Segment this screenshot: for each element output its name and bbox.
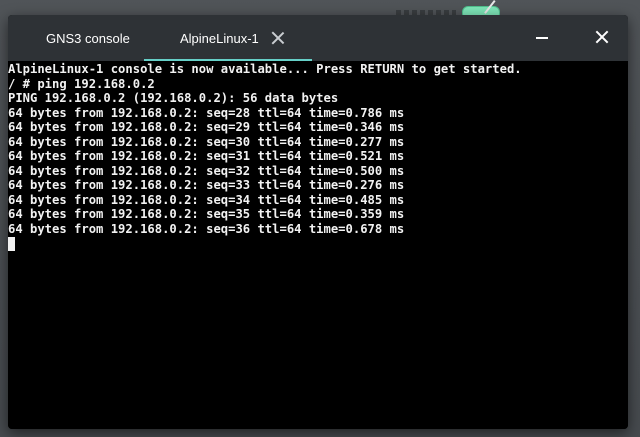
terminal-line: AlpineLinux-1 console is now available..… bbox=[8, 62, 522, 76]
terminal-line: 64 bytes from 192.168.0.2: seq=29 ttl=64… bbox=[8, 120, 405, 134]
terminal-line: 64 bytes from 192.168.0.2: seq=28 ttl=64… bbox=[8, 105, 405, 120]
window-titlebar: GNS3 console AlpineLinux-1 bbox=[8, 15, 628, 61]
terminal-line: 64 bytes from 192.168.0.2: seq=32 ttl=64… bbox=[8, 163, 405, 178]
terminal-output[interactable]: AlpineLinux-1 console is now available..… bbox=[8, 61, 628, 429]
tab-close-icon[interactable] bbox=[271, 31, 285, 45]
terminal-line: 64 bytes from 192.168.0.2: seq=34 ttl=64… bbox=[8, 192, 405, 207]
console-window: GNS3 console AlpineLinux-1 AlpineLinux-1… bbox=[8, 15, 628, 429]
tab-alpinelinux-1[interactable]: AlpineLinux-1 bbox=[144, 15, 312, 61]
terminal-line: 64 bytes from 192.168.0.2: seq=35 ttl=64… bbox=[8, 207, 405, 221]
terminal-line: 64 bytes from 192.168.0.2: seq=30 ttl=64… bbox=[8, 134, 405, 149]
tab-label: AlpineLinux-1 bbox=[180, 30, 259, 46]
terminal-cursor bbox=[8, 237, 15, 251]
terminal-line: 64 bytes from 192.168.0.2: seq=33 ttl=64… bbox=[8, 178, 405, 192]
terminal-line: / # ping 192.168.0.2 bbox=[8, 76, 155, 91]
tab-label: GNS3 console bbox=[46, 30, 130, 46]
terminal-line: PING 192.168.0.2 (192.168.0.2): 56 data … bbox=[8, 91, 339, 105]
close-window-button[interactable] bbox=[582, 15, 622, 61]
tab-gns3-console[interactable]: GNS3 console bbox=[8, 15, 144, 61]
minimize-button[interactable] bbox=[522, 15, 562, 61]
terminal-line: 64 bytes from 192.168.0.2: seq=36 ttl=64… bbox=[8, 221, 405, 236]
terminal-line: 64 bytes from 192.168.0.2: seq=31 ttl=64… bbox=[8, 149, 405, 163]
